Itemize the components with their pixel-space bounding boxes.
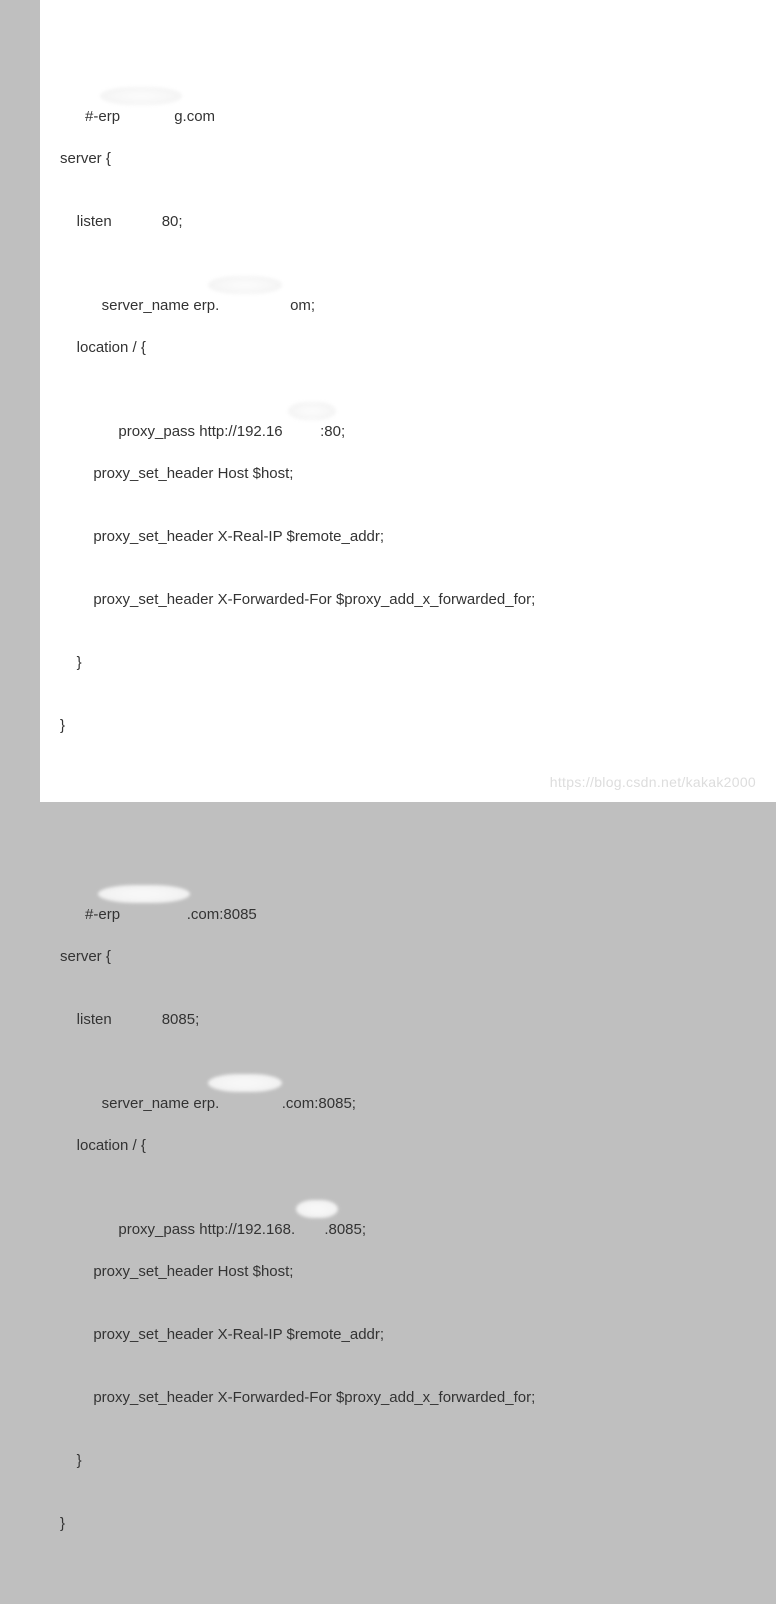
- redaction: [100, 87, 182, 105]
- code-line: proxy_set_header X-Real-IP $remote_addr;: [60, 526, 756, 547]
- comment-line: #-erp g.com: [85, 108, 215, 125]
- code-line: }: [60, 1450, 756, 1471]
- redaction: [208, 1074, 282, 1092]
- code-line: }: [60, 1513, 756, 1534]
- code-line: }: [60, 652, 756, 673]
- code-line: proxy_set_header Host $host;: [60, 463, 756, 484]
- blank-line: [60, 1597, 756, 1604]
- redaction: [208, 276, 282, 294]
- code-line: proxy_pass http://192.16 :80;: [60, 400, 756, 421]
- code-line: #-erp g.com: [60, 85, 756, 106]
- document-page: #-erp g.com server { listen 80; server_n…: [40, 0, 776, 802]
- code-line: server_name erp. om;: [60, 274, 756, 295]
- code-line: proxy_pass http://192.168. .8085;: [60, 1198, 756, 1219]
- code-line: server_name erp. .com:8085;: [60, 1072, 756, 1093]
- server-name-line: server_name erp. .com:8085;: [85, 1095, 356, 1112]
- code-line: }: [60, 715, 756, 736]
- blank-line: [60, 799, 756, 820]
- code-line: proxy_set_header X-Forwarded-For $proxy_…: [60, 589, 756, 610]
- code-line: listen 8085;: [60, 1009, 756, 1030]
- proxy-pass-line: proxy_pass http://192.168. .8085;: [85, 1221, 366, 1238]
- code-line: #-erp .com:8085: [60, 883, 756, 904]
- code-line: server {: [60, 148, 756, 169]
- watermark: https://blog.csdn.net/kakak2000: [550, 774, 756, 790]
- code-line: location / {: [60, 1135, 756, 1156]
- redaction: [296, 1200, 338, 1218]
- code-block: #-erp g.com server { listen 80; server_n…: [60, 22, 756, 1604]
- comment-line: #-erp .com:8085: [85, 906, 257, 923]
- code-line: location / {: [60, 337, 756, 358]
- redaction: [288, 402, 336, 420]
- server-name-line: server_name erp. om;: [85, 297, 315, 314]
- redaction: [98, 885, 190, 903]
- code-line: proxy_set_header X-Forwarded-For $proxy_…: [60, 1387, 756, 1408]
- code-line: listen 80;: [60, 211, 756, 232]
- code-line: proxy_set_header Host $host;: [60, 1261, 756, 1282]
- code-line: proxy_set_header X-Real-IP $remote_addr;: [60, 1324, 756, 1345]
- code-line: server {: [60, 946, 756, 967]
- proxy-pass-line: proxy_pass http://192.16 :80;: [85, 423, 345, 440]
